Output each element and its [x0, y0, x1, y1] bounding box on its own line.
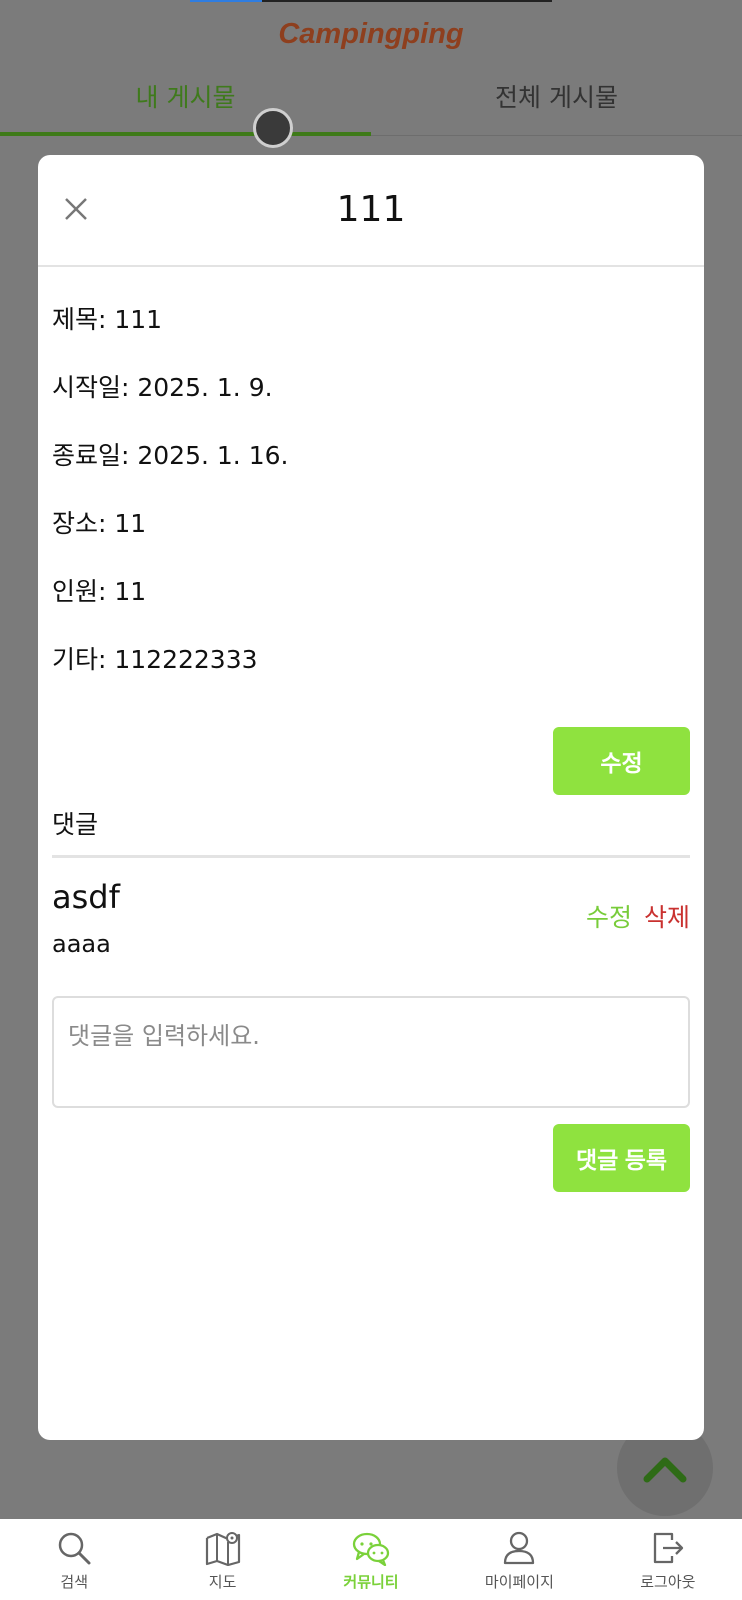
- modal-header: 111: [38, 155, 704, 267]
- app-title: Campingping: [278, 18, 464, 50]
- comment-item: asdf aaaa 수정 삭제: [38, 858, 704, 996]
- nav-label: 지도: [208, 1573, 237, 1591]
- comment-input[interactable]: [52, 996, 690, 1108]
- post-details: 제목: 111 시작일: 2025. 1. 9. 종료일: 2025. 1. 1…: [38, 267, 704, 713]
- tab-divider: [371, 135, 742, 136]
- nav-label: 검색: [60, 1573, 88, 1591]
- status-strip: [190, 0, 552, 2]
- nav-label: 커뮤니티: [343, 1573, 399, 1591]
- nav-item-logout[interactable]: 로그아웃: [594, 1519, 742, 1600]
- edit-post-button[interactable]: 수정: [553, 727, 690, 795]
- comments-heading: 댓글: [52, 810, 99, 839]
- bottom-nav: 검색 지도 커뮤니티 마이페이지 로그아웃: [0, 1519, 742, 1600]
- map-icon: [203, 1529, 243, 1567]
- comment-text: aaaa: [52, 930, 111, 958]
- detail-title: 제목: 111: [52, 305, 690, 373]
- detail-label: 인원:: [52, 577, 115, 606]
- detail-label: 제목:: [52, 305, 115, 334]
- nav-item-mypage[interactable]: 마이페이지: [445, 1519, 593, 1600]
- nav-label: 마이페이지: [484, 1573, 554, 1591]
- register-row: 댓글 등록: [38, 1112, 704, 1202]
- modal-title: 111: [336, 189, 406, 230]
- detail-start-date: 시작일: 2025. 1. 9.: [52, 373, 690, 441]
- detail-value: 2025. 1. 16.: [137, 441, 289, 470]
- user-icon: [499, 1529, 539, 1567]
- search-icon: [54, 1529, 94, 1567]
- chat-icon: [351, 1529, 391, 1567]
- post-detail-modal: 111 제목: 111 시작일: 2025. 1. 9. 종료일: 2025. …: [38, 155, 704, 1440]
- nav-item-community[interactable]: 커뮤니티: [297, 1519, 445, 1600]
- detail-value: 111: [114, 305, 163, 334]
- logout-icon: [648, 1529, 688, 1567]
- detail-label: 장소:: [52, 509, 115, 538]
- detail-value: 11: [114, 577, 147, 606]
- comment-actions: 수정 삭제: [586, 898, 690, 934]
- detail-label: 종료일:: [52, 441, 138, 470]
- chevron-up-icon: [643, 1457, 687, 1483]
- detail-value: 11: [114, 509, 147, 538]
- post-tabs: 내 게시물 전체 게시물: [0, 70, 742, 136]
- nav-item-search[interactable]: 검색: [0, 1519, 148, 1600]
- comment-input-wrap: [38, 996, 704, 1112]
- register-comment-button[interactable]: 댓글 등록: [553, 1124, 690, 1192]
- tab-all-posts[interactable]: 전체 게시물: [371, 70, 742, 136]
- detail-end-date: 종료일: 2025. 1. 16.: [52, 441, 690, 509]
- comment-delete-button[interactable]: 삭제: [644, 903, 690, 932]
- edit-post-row: 수정: [38, 713, 704, 805]
- touch-indicator: [253, 108, 293, 148]
- tab-my-posts[interactable]: 내 게시물: [0, 70, 371, 136]
- status-strip-indicator: [190, 0, 262, 2]
- detail-location: 장소: 11: [52, 509, 690, 577]
- detail-people: 인원: 11: [52, 577, 690, 645]
- detail-label: 기타:: [52, 645, 115, 674]
- nav-item-map[interactable]: 지도: [148, 1519, 296, 1600]
- detail-label: 시작일:: [52, 373, 138, 402]
- detail-value: 112222333: [114, 645, 258, 674]
- comment-edit-button[interactable]: 수정: [586, 903, 632, 932]
- detail-etc: 기타: 112222333: [52, 645, 690, 713]
- nav-label: 로그아웃: [640, 1573, 696, 1591]
- detail-value: 2025. 1. 9.: [137, 373, 273, 402]
- active-tab-underline: [0, 132, 371, 136]
